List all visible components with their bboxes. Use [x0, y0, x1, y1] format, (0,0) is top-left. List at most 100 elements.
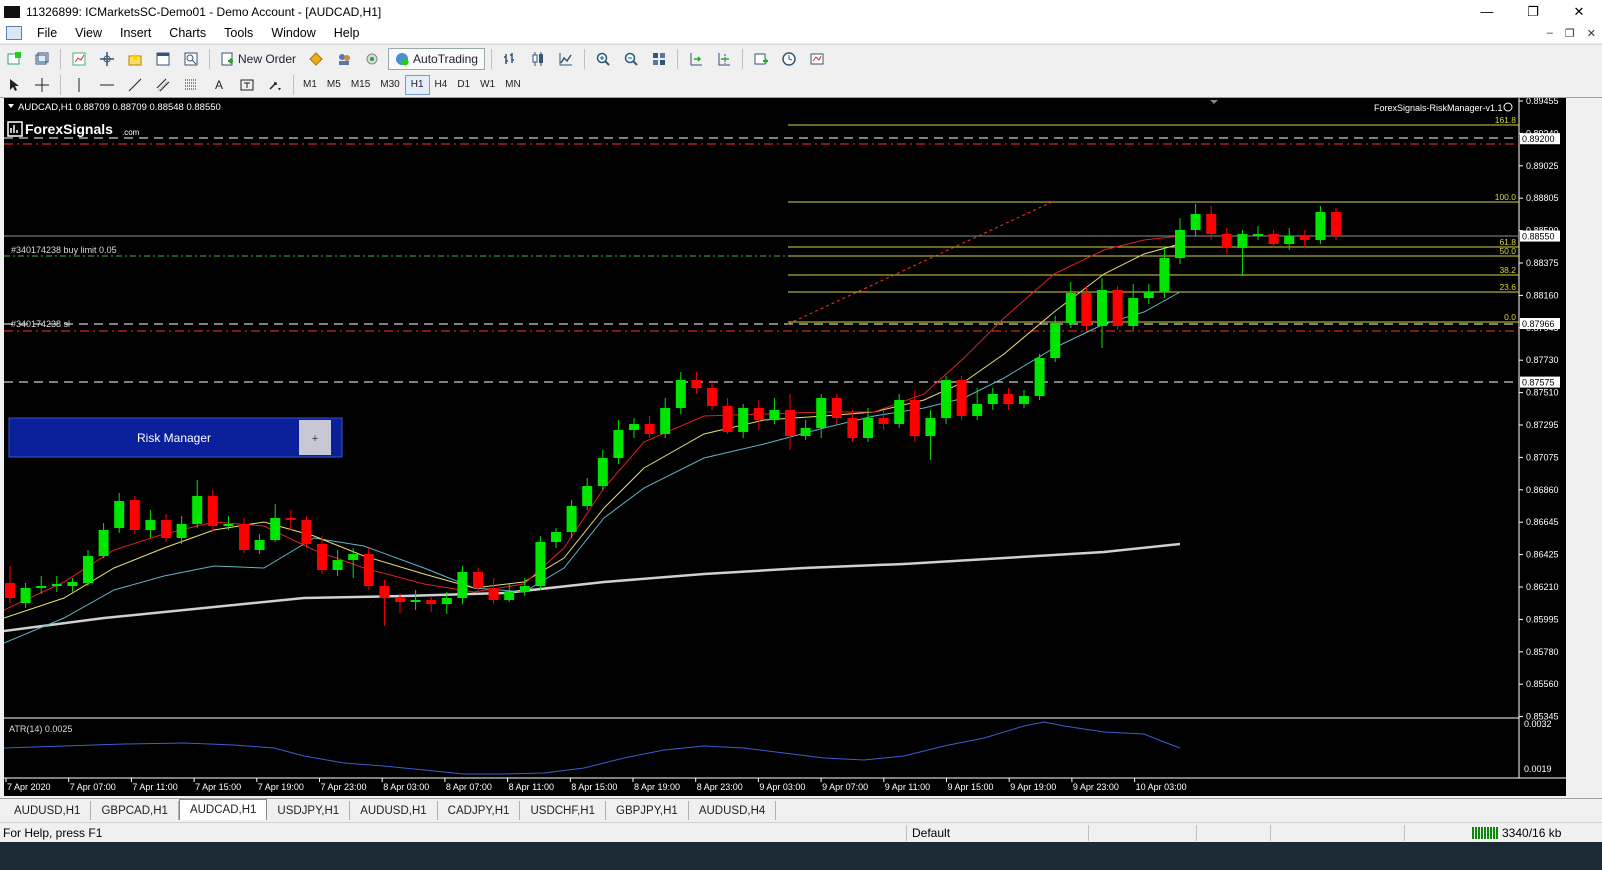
price-chart[interactable]: AUDCAD,H1 0.88709 0.88709 0.88548 0.8855… — [3, 96, 1566, 796]
bear-candle — [1331, 212, 1341, 236]
text-tool-button[interactable]: A — [207, 74, 231, 96]
bull-candle — [83, 556, 93, 583]
timeframe-w1[interactable]: W1 — [475, 75, 500, 95]
cursor-button[interactable] — [2, 74, 26, 96]
connection-status[interactable]: 3340/16 kb — [1472, 826, 1561, 840]
timeframe-m5[interactable]: M5 — [322, 75, 346, 95]
bull-candle — [504, 592, 515, 600]
candlestick-button[interactable] — [526, 48, 550, 70]
time-label: 8 Apr 23:00 — [697, 782, 743, 792]
fibonacci-button[interactable] — [179, 74, 203, 96]
menu-help[interactable]: Help — [325, 26, 369, 40]
title-bar: 11326899: ICMarketsSC-Demo01 - Demo Acco… — [0, 0, 1602, 23]
new-chart-button[interactable] — [2, 48, 26, 70]
timeframe-m30[interactable]: M30 — [375, 75, 404, 95]
tab-cadjpy-h1[interactable]: CADJPY,H1 — [438, 801, 521, 820]
terminal-button[interactable] — [151, 48, 175, 70]
bull-candle — [800, 428, 811, 436]
price-label: 0.88805 — [1526, 193, 1559, 203]
menu-tools[interactable]: Tools — [215, 26, 262, 40]
bear-candle — [488, 588, 499, 600]
os-taskbar — [0, 842, 1602, 870]
horizontal-line-button[interactable] — [95, 74, 119, 96]
tab-gbpcad-h1[interactable]: GBPCAD,H1 — [91, 801, 179, 820]
toolbar-separator — [209, 48, 210, 69]
tab-audusd-h1[interactable]: AUDUSD,H1 — [4, 801, 92, 820]
mdi-close-button[interactable]: ✕ — [1587, 27, 1596, 40]
market-watch-button[interactable] — [67, 48, 91, 70]
navigator-button[interactable] — [123, 48, 147, 70]
vertical-line-button[interactable] — [67, 74, 91, 96]
maximize-button[interactable]: ❐ — [1510, 0, 1556, 23]
chart-shift-button[interactable] — [712, 48, 736, 70]
close-button[interactable]: ✕ — [1556, 0, 1602, 23]
bear-candle — [161, 520, 171, 538]
timeframe-h1[interactable]: H1 — [404, 74, 430, 95]
price-label: 0.87295 — [1526, 420, 1559, 430]
profiles-button[interactable] — [30, 48, 54, 70]
label-tool-button[interactable] — [235, 74, 259, 96]
mdi-minimize-button[interactable]: – — [1547, 27, 1553, 40]
new-order-button[interactable]: New Order — [216, 48, 300, 70]
menu-charts[interactable]: Charts — [160, 26, 215, 40]
bull-candle — [675, 380, 686, 408]
bull-candle — [457, 572, 468, 598]
line-chart-icon — [559, 52, 572, 65]
fib-level-label: 23.6 — [1499, 282, 1516, 292]
chart-window-icon[interactable] — [6, 26, 22, 40]
menu-view[interactable]: View — [66, 26, 111, 40]
auto-scroll-button[interactable] — [684, 48, 708, 70]
risk-manager-label: Risk Manager — [137, 431, 211, 445]
crosshair-move-icon — [100, 51, 114, 66]
bear-candle — [691, 380, 702, 388]
data-window-button[interactable] — [95, 48, 119, 70]
time-label: 7 Apr 2020 — [7, 782, 51, 792]
community-button[interactable] — [332, 48, 356, 70]
signals-button[interactable] — [360, 48, 384, 70]
tab-gbpjpy-h1[interactable]: GBPJPY,H1 — [606, 801, 689, 820]
trendline-button[interactable] — [123, 74, 147, 96]
channel-button[interactable] — [151, 74, 175, 96]
menu-insert[interactable]: Insert — [111, 26, 160, 40]
bull-candle — [114, 501, 125, 528]
buy-limit-label: #340174238 buy limit 0.05 — [11, 245, 117, 255]
terminal-icon — [156, 52, 170, 65]
zoom-out-button[interactable] — [619, 48, 643, 70]
mdi-restore-button[interactable]: ❐ — [1565, 27, 1575, 40]
crosshair-button[interactable] — [30, 74, 54, 96]
magnifier-chart-icon — [184, 52, 198, 65]
bear-candle — [1003, 394, 1014, 404]
arrows-button[interactable] — [263, 74, 287, 96]
timeframe-h4[interactable]: H4 — [430, 75, 453, 95]
tab-usdchf-h1[interactable]: USDCHF,H1 — [520, 801, 607, 820]
indicators-button[interactable] — [749, 48, 773, 70]
strategy-tester-button[interactable] — [179, 48, 203, 70]
zoom-in-button[interactable] — [591, 48, 615, 70]
timeframe-m1[interactable]: M1 — [298, 75, 322, 95]
tab-audusd-h1-2[interactable]: AUDUSD,H1 — [350, 801, 438, 820]
timeframe-d1[interactable]: D1 — [452, 75, 475, 95]
tab-usdjpy-h1[interactable]: USDJPY,H1 — [267, 801, 351, 820]
bull-candle — [67, 582, 78, 586]
bear-candle — [239, 524, 249, 550]
bull-candle — [1284, 236, 1295, 244]
chart-window[interactable]: AUDCAD,H1 0.88709 0.88709 0.88548 0.8855… — [3, 96, 1566, 796]
periods-button[interactable] — [777, 48, 801, 70]
tile-windows-button[interactable] — [647, 48, 671, 70]
menu-file[interactable]: File — [28, 26, 66, 40]
time-label: 9 Apr 19:00 — [1010, 782, 1056, 792]
timeframe-mn[interactable]: MN — [500, 75, 526, 95]
timeframe-m15[interactable]: M15 — [346, 75, 375, 95]
bear-candle — [363, 554, 374, 586]
tab-audcad-h1[interactable]: AUDCAD,H1 — [178, 799, 268, 820]
menu-window[interactable]: Window — [262, 26, 324, 40]
price-label: 0.87730 — [1526, 355, 1559, 365]
minimize-button[interactable]: — — [1464, 0, 1510, 23]
templates-button[interactable] — [805, 48, 829, 70]
tab-audusd-h4[interactable]: AUDUSD,H4 — [689, 801, 777, 820]
metaeditor-button[interactable] — [304, 48, 328, 70]
autotrading-button[interactable]: AutoTrading — [388, 47, 485, 70]
bar-chart-button[interactable] — [498, 48, 522, 70]
line-chart-button[interactable] — [554, 48, 578, 70]
bull-candle — [629, 424, 639, 430]
